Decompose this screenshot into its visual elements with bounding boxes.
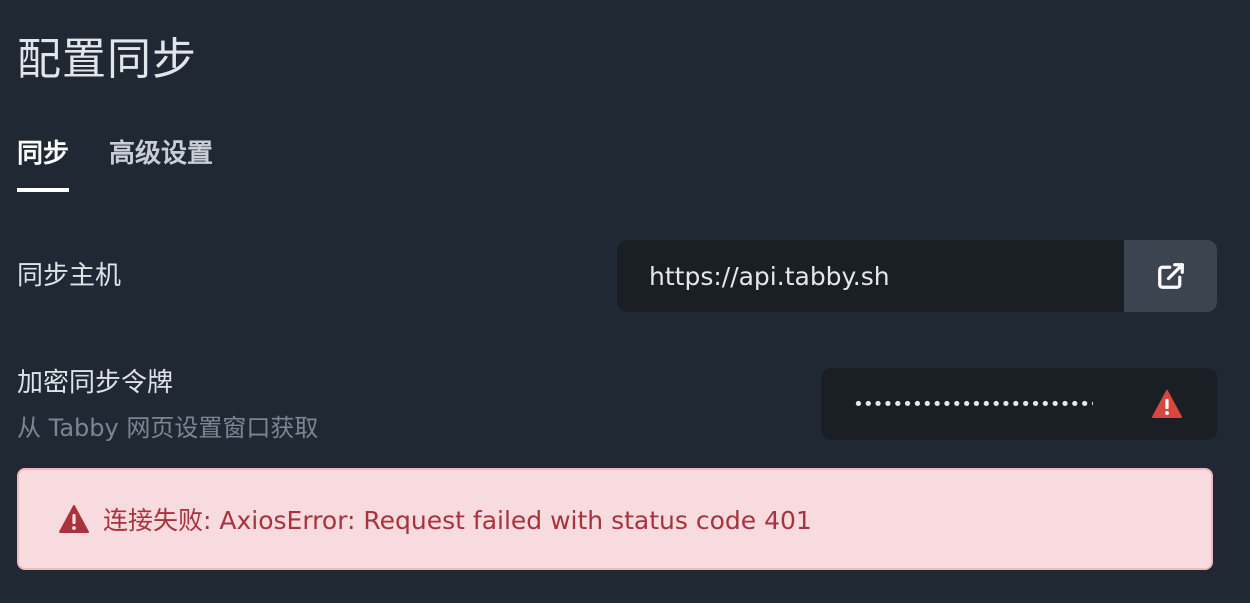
sync-settings-page: 配置同步 同步 高级设置 同步主机 加密同步令牌 从 Tabby 网页设置窗口获… [0,0,1250,603]
alert-message: 连接失败: AxiosError: Request failed with st… [103,506,812,535]
sync-token-hint: 从 Tabby 网页设置窗口获取 [17,414,319,442]
tab-bar: 同步 高级设置 [17,134,213,194]
sync-host-input[interactable] [617,240,1124,312]
page-title: 配置同步 [17,34,197,85]
sync-token-label: 加密同步令牌 [17,368,174,398]
sync-host-input-group [617,240,1217,312]
connection-error-alert: 连接失败: AxiosError: Request failed with st… [17,468,1213,570]
open-host-button[interactable] [1124,240,1217,312]
warning-icon [1152,390,1182,422]
sync-token-input[interactable]: •••••••••••••••••••••••••••••••• [853,394,1093,415]
warning-icon [59,505,89,533]
tab-sync[interactable]: 同步 [17,134,70,192]
sync-token-field: •••••••••••••••••••••••••••••••• [821,368,1217,440]
external-link-icon [1157,263,1184,289]
sync-host-label: 同步主机 [17,261,122,291]
tab-advanced-settings[interactable]: 高级设置 [109,134,213,192]
